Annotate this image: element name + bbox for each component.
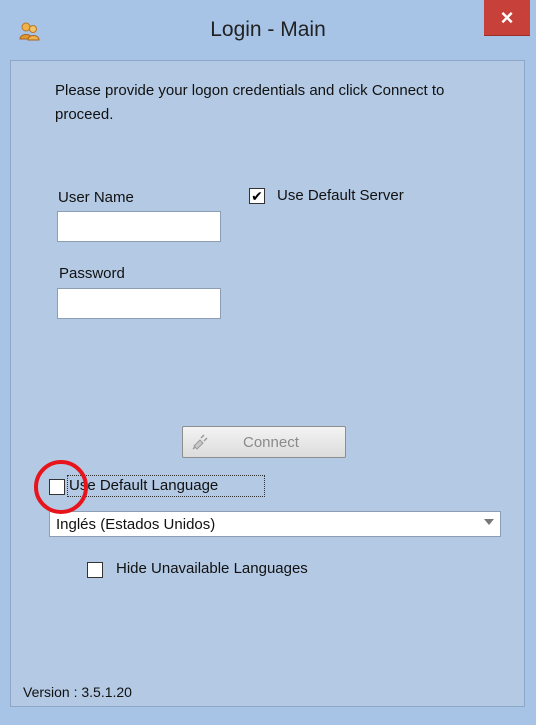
window-title: Login - Main [210, 18, 326, 41]
version-text: Version : 3.5.1.20 [23, 684, 132, 700]
default-server-checkbox[interactable]: ✔ [249, 188, 265, 204]
language-select-value: Inglés (Estados Unidos) [56, 516, 216, 533]
highlight-circle [34, 460, 88, 514]
password-label: Password [59, 265, 125, 282]
instructions-text: Please provide your logon credentials an… [55, 82, 445, 123]
hide-unavailable-label[interactable]: Hide Unavailable Languages [116, 560, 308, 577]
plug-icon [192, 434, 208, 450]
connect-label: Connect [243, 434, 299, 451]
default-server-label[interactable]: Use Default Server [277, 187, 404, 204]
default-language-label[interactable]: Use Default Language [69, 477, 218, 494]
password-input[interactable] [57, 288, 221, 319]
username-label: User Name [58, 189, 134, 206]
title-bar[interactable]: Login - Main × [0, 0, 536, 64]
chevron-down-icon[interactable] [484, 519, 494, 525]
login-window: Login - Main × Please provide your logon… [0, 0, 536, 725]
close-icon: × [500, 4, 514, 30]
hide-unavailable-checkbox[interactable] [87, 562, 103, 578]
login-form: Please provide your logon credentials an… [10, 60, 525, 707]
language-select[interactable]: Inglés (Estados Unidos) [49, 511, 501, 537]
close-button[interactable]: × [484, 0, 530, 36]
connect-button[interactable]: Connect [182, 426, 346, 458]
username-input[interactable] [57, 211, 221, 242]
checkmark-icon: ✔ [251, 188, 263, 204]
